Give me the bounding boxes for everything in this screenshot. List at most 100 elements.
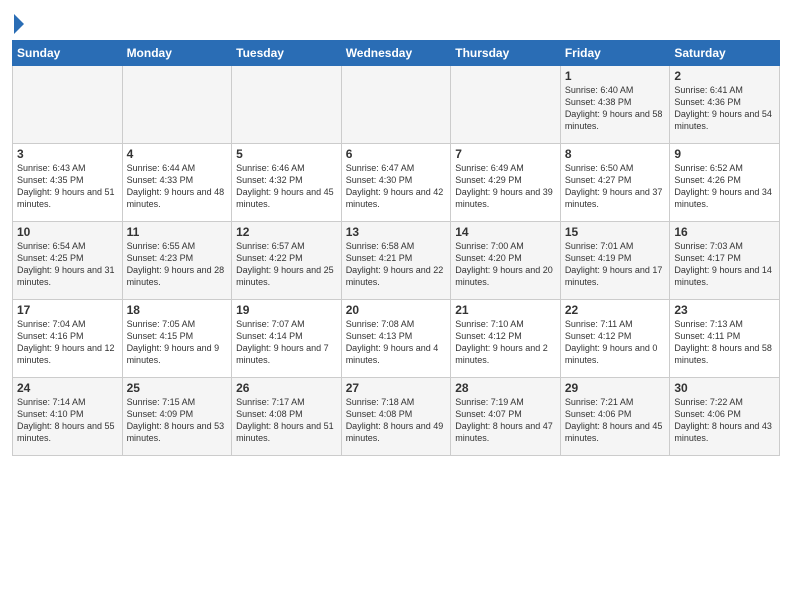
- day-info: Sunrise: 6:40 AM Sunset: 4:38 PM Dayligh…: [565, 84, 666, 133]
- day-number: 3: [17, 147, 118, 161]
- day-number: 29: [565, 381, 666, 395]
- calendar-cell: [122, 66, 232, 144]
- day-info: Sunrise: 6:58 AM Sunset: 4:21 PM Dayligh…: [346, 240, 447, 289]
- day-number: 26: [236, 381, 337, 395]
- calendar-cell: 27Sunrise: 7:18 AM Sunset: 4:08 PM Dayli…: [341, 378, 451, 456]
- calendar-cell: [451, 66, 561, 144]
- day-number: 25: [127, 381, 228, 395]
- calendar-cell: [13, 66, 123, 144]
- calendar-cell: 16Sunrise: 7:03 AM Sunset: 4:17 PM Dayli…: [670, 222, 780, 300]
- calendar-cell: 1Sunrise: 6:40 AM Sunset: 4:38 PM Daylig…: [560, 66, 670, 144]
- calendar-cell: 3Sunrise: 6:43 AM Sunset: 4:35 PM Daylig…: [13, 144, 123, 222]
- day-number: 27: [346, 381, 447, 395]
- day-info: Sunrise: 7:21 AM Sunset: 4:06 PM Dayligh…: [565, 396, 666, 445]
- day-info: Sunrise: 6:41 AM Sunset: 4:36 PM Dayligh…: [674, 84, 775, 133]
- day-info: Sunrise: 6:52 AM Sunset: 4:26 PM Dayligh…: [674, 162, 775, 211]
- calendar-cell: 10Sunrise: 6:54 AM Sunset: 4:25 PM Dayli…: [13, 222, 123, 300]
- calendar-cell: 5Sunrise: 6:46 AM Sunset: 4:32 PM Daylig…: [232, 144, 342, 222]
- calendar-cell: 14Sunrise: 7:00 AM Sunset: 4:20 PM Dayli…: [451, 222, 561, 300]
- day-info: Sunrise: 7:11 AM Sunset: 4:12 PM Dayligh…: [565, 318, 666, 367]
- header: [12, 10, 780, 34]
- calendar-cell: 22Sunrise: 7:11 AM Sunset: 4:12 PM Dayli…: [560, 300, 670, 378]
- weekday-header-wednesday: Wednesday: [341, 41, 451, 66]
- page-container: SundayMondayTuesdayWednesdayThursdayFrid…: [0, 0, 792, 464]
- calendar-cell: 23Sunrise: 7:13 AM Sunset: 4:11 PM Dayli…: [670, 300, 780, 378]
- day-info: Sunrise: 6:57 AM Sunset: 4:22 PM Dayligh…: [236, 240, 337, 289]
- calendar-cell: 29Sunrise: 7:21 AM Sunset: 4:06 PM Dayli…: [560, 378, 670, 456]
- day-number: 2: [674, 69, 775, 83]
- calendar-cell: 13Sunrise: 6:58 AM Sunset: 4:21 PM Dayli…: [341, 222, 451, 300]
- calendar-cell: [341, 66, 451, 144]
- logo: [12, 14, 24, 34]
- calendar-cell: 4Sunrise: 6:44 AM Sunset: 4:33 PM Daylig…: [122, 144, 232, 222]
- day-info: Sunrise: 6:50 AM Sunset: 4:27 PM Dayligh…: [565, 162, 666, 211]
- calendar-cell: 21Sunrise: 7:10 AM Sunset: 4:12 PM Dayli…: [451, 300, 561, 378]
- day-info: Sunrise: 7:10 AM Sunset: 4:12 PM Dayligh…: [455, 318, 556, 367]
- week-row-1: 1Sunrise: 6:40 AM Sunset: 4:38 PM Daylig…: [13, 66, 780, 144]
- day-info: Sunrise: 7:03 AM Sunset: 4:17 PM Dayligh…: [674, 240, 775, 289]
- day-info: Sunrise: 7:15 AM Sunset: 4:09 PM Dayligh…: [127, 396, 228, 445]
- calendar-cell: 8Sunrise: 6:50 AM Sunset: 4:27 PM Daylig…: [560, 144, 670, 222]
- day-number: 28: [455, 381, 556, 395]
- day-info: Sunrise: 6:54 AM Sunset: 4:25 PM Dayligh…: [17, 240, 118, 289]
- day-number: 9: [674, 147, 775, 161]
- day-info: Sunrise: 7:18 AM Sunset: 4:08 PM Dayligh…: [346, 396, 447, 445]
- calendar-cell: 24Sunrise: 7:14 AM Sunset: 4:10 PM Dayli…: [13, 378, 123, 456]
- day-number: 16: [674, 225, 775, 239]
- week-row-4: 17Sunrise: 7:04 AM Sunset: 4:16 PM Dayli…: [13, 300, 780, 378]
- calendar-cell: 6Sunrise: 6:47 AM Sunset: 4:30 PM Daylig…: [341, 144, 451, 222]
- week-row-2: 3Sunrise: 6:43 AM Sunset: 4:35 PM Daylig…: [13, 144, 780, 222]
- day-info: Sunrise: 6:55 AM Sunset: 4:23 PM Dayligh…: [127, 240, 228, 289]
- day-number: 12: [236, 225, 337, 239]
- day-number: 7: [455, 147, 556, 161]
- calendar-cell: 18Sunrise: 7:05 AM Sunset: 4:15 PM Dayli…: [122, 300, 232, 378]
- day-number: 10: [17, 225, 118, 239]
- day-number: 8: [565, 147, 666, 161]
- day-number: 18: [127, 303, 228, 317]
- day-number: 21: [455, 303, 556, 317]
- weekday-header-saturday: Saturday: [670, 41, 780, 66]
- calendar-cell: 7Sunrise: 6:49 AM Sunset: 4:29 PM Daylig…: [451, 144, 561, 222]
- day-info: Sunrise: 7:22 AM Sunset: 4:06 PM Dayligh…: [674, 396, 775, 445]
- day-number: 22: [565, 303, 666, 317]
- day-info: Sunrise: 7:13 AM Sunset: 4:11 PM Dayligh…: [674, 318, 775, 367]
- weekday-header-sunday: Sunday: [13, 41, 123, 66]
- calendar-cell: 12Sunrise: 6:57 AM Sunset: 4:22 PM Dayli…: [232, 222, 342, 300]
- day-number: 17: [17, 303, 118, 317]
- weekday-header-friday: Friday: [560, 41, 670, 66]
- day-number: 24: [17, 381, 118, 395]
- weekday-header-row: SundayMondayTuesdayWednesdayThursdayFrid…: [13, 41, 780, 66]
- day-info: Sunrise: 7:01 AM Sunset: 4:19 PM Dayligh…: [565, 240, 666, 289]
- day-number: 1: [565, 69, 666, 83]
- calendar-cell: 20Sunrise: 7:08 AM Sunset: 4:13 PM Dayli…: [341, 300, 451, 378]
- day-number: 23: [674, 303, 775, 317]
- day-info: Sunrise: 7:08 AM Sunset: 4:13 PM Dayligh…: [346, 318, 447, 367]
- day-info: Sunrise: 7:04 AM Sunset: 4:16 PM Dayligh…: [17, 318, 118, 367]
- day-info: Sunrise: 7:07 AM Sunset: 4:14 PM Dayligh…: [236, 318, 337, 367]
- calendar-cell: 25Sunrise: 7:15 AM Sunset: 4:09 PM Dayli…: [122, 378, 232, 456]
- calendar-cell: [232, 66, 342, 144]
- day-number: 4: [127, 147, 228, 161]
- weekday-header-monday: Monday: [122, 41, 232, 66]
- day-number: 13: [346, 225, 447, 239]
- day-info: Sunrise: 7:19 AM Sunset: 4:07 PM Dayligh…: [455, 396, 556, 445]
- day-info: Sunrise: 6:47 AM Sunset: 4:30 PM Dayligh…: [346, 162, 447, 211]
- calendar-table: SundayMondayTuesdayWednesdayThursdayFrid…: [12, 40, 780, 456]
- day-info: Sunrise: 7:14 AM Sunset: 4:10 PM Dayligh…: [17, 396, 118, 445]
- day-number: 5: [236, 147, 337, 161]
- logo-triangle-icon: [14, 14, 24, 34]
- calendar-cell: 15Sunrise: 7:01 AM Sunset: 4:19 PM Dayli…: [560, 222, 670, 300]
- calendar-cell: 19Sunrise: 7:07 AM Sunset: 4:14 PM Dayli…: [232, 300, 342, 378]
- week-row-3: 10Sunrise: 6:54 AM Sunset: 4:25 PM Dayli…: [13, 222, 780, 300]
- calendar-cell: 30Sunrise: 7:22 AM Sunset: 4:06 PM Dayli…: [670, 378, 780, 456]
- calendar-cell: 26Sunrise: 7:17 AM Sunset: 4:08 PM Dayli…: [232, 378, 342, 456]
- week-row-5: 24Sunrise: 7:14 AM Sunset: 4:10 PM Dayli…: [13, 378, 780, 456]
- day-number: 15: [565, 225, 666, 239]
- calendar-cell: 11Sunrise: 6:55 AM Sunset: 4:23 PM Dayli…: [122, 222, 232, 300]
- day-number: 30: [674, 381, 775, 395]
- day-number: 11: [127, 225, 228, 239]
- day-info: Sunrise: 6:46 AM Sunset: 4:32 PM Dayligh…: [236, 162, 337, 211]
- day-info: Sunrise: 6:44 AM Sunset: 4:33 PM Dayligh…: [127, 162, 228, 211]
- day-info: Sunrise: 6:43 AM Sunset: 4:35 PM Dayligh…: [17, 162, 118, 211]
- calendar-cell: 2Sunrise: 6:41 AM Sunset: 4:36 PM Daylig…: [670, 66, 780, 144]
